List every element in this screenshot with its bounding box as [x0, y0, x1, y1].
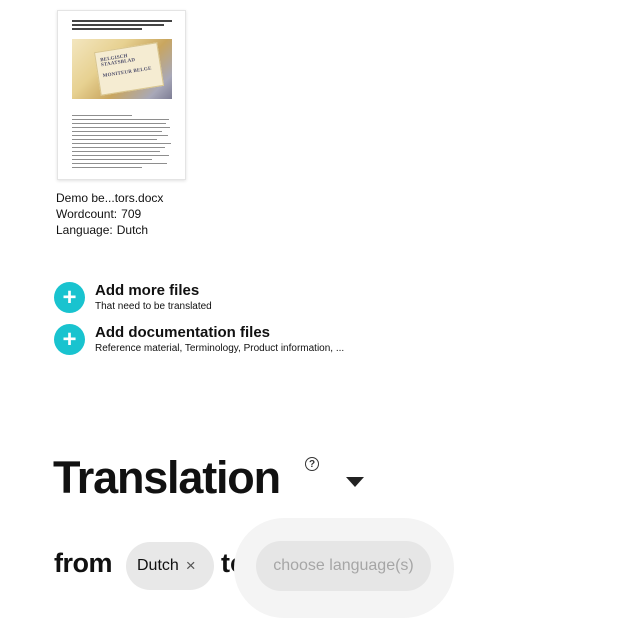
thumbnail-body-lines [72, 115, 172, 171]
file-thumbnail-card[interactable]: BELGISCH STAATSBLAD MONITEUR BELGE [57, 10, 186, 180]
help-icon[interactable]: ? [305, 457, 319, 471]
add-documentation-files-title: Add documentation files [95, 324, 271, 341]
file-details: Demo be...tors.docx Wordcount: 709 Langua… [56, 190, 163, 238]
close-icon[interactable]: × [186, 556, 196, 576]
translation-heading: Translation [53, 452, 281, 503]
language-value: Dutch [116, 223, 149, 237]
thumbnail-newspaper-title-1: BELGISCH STAATSBLAD [99, 54, 136, 69]
file-name: Demo be...tors.docx [56, 191, 164, 205]
wordcount-value: 709 [121, 207, 142, 221]
language-label: Language: [56, 223, 113, 237]
source-language-chip: Dutch × [126, 542, 214, 590]
add-documentation-files-subtitle: Reference material, Terminology, Product… [95, 343, 345, 354]
plus-icon[interactable]: + [54, 324, 85, 355]
wordcount-row: Wordcount: 709 [56, 206, 163, 222]
wordcount-label: Wordcount: [56, 207, 118, 221]
thumbnail-heading-lines [72, 20, 172, 32]
thumbnail-photo: BELGISCH STAATSBLAD MONITEUR BELGE [72, 39, 172, 99]
source-language-label: Dutch [137, 557, 179, 574]
add-more-files-title: Add more files [95, 282, 200, 299]
from-label: from [54, 548, 113, 578]
add-more-files-button[interactable]: + Add more files That need to be transla… [54, 282, 212, 313]
language-row: Language: Dutch [56, 222, 163, 238]
caret-down-icon[interactable] [346, 477, 364, 487]
plus-icon[interactable]: + [54, 282, 85, 313]
add-documentation-files-button[interactable]: + Add documentation files Reference mate… [54, 324, 344, 355]
thumbnail-newspaper: BELGISCH STAATSBLAD MONITEUR BELGE [93, 42, 165, 96]
target-language-picker[interactable]: choose language(s) [256, 541, 431, 591]
thumbnail-newspaper-title-2: MONITEUR BELGE [102, 66, 153, 80]
add-more-files-subtitle: That need to be translated [95, 301, 212, 312]
